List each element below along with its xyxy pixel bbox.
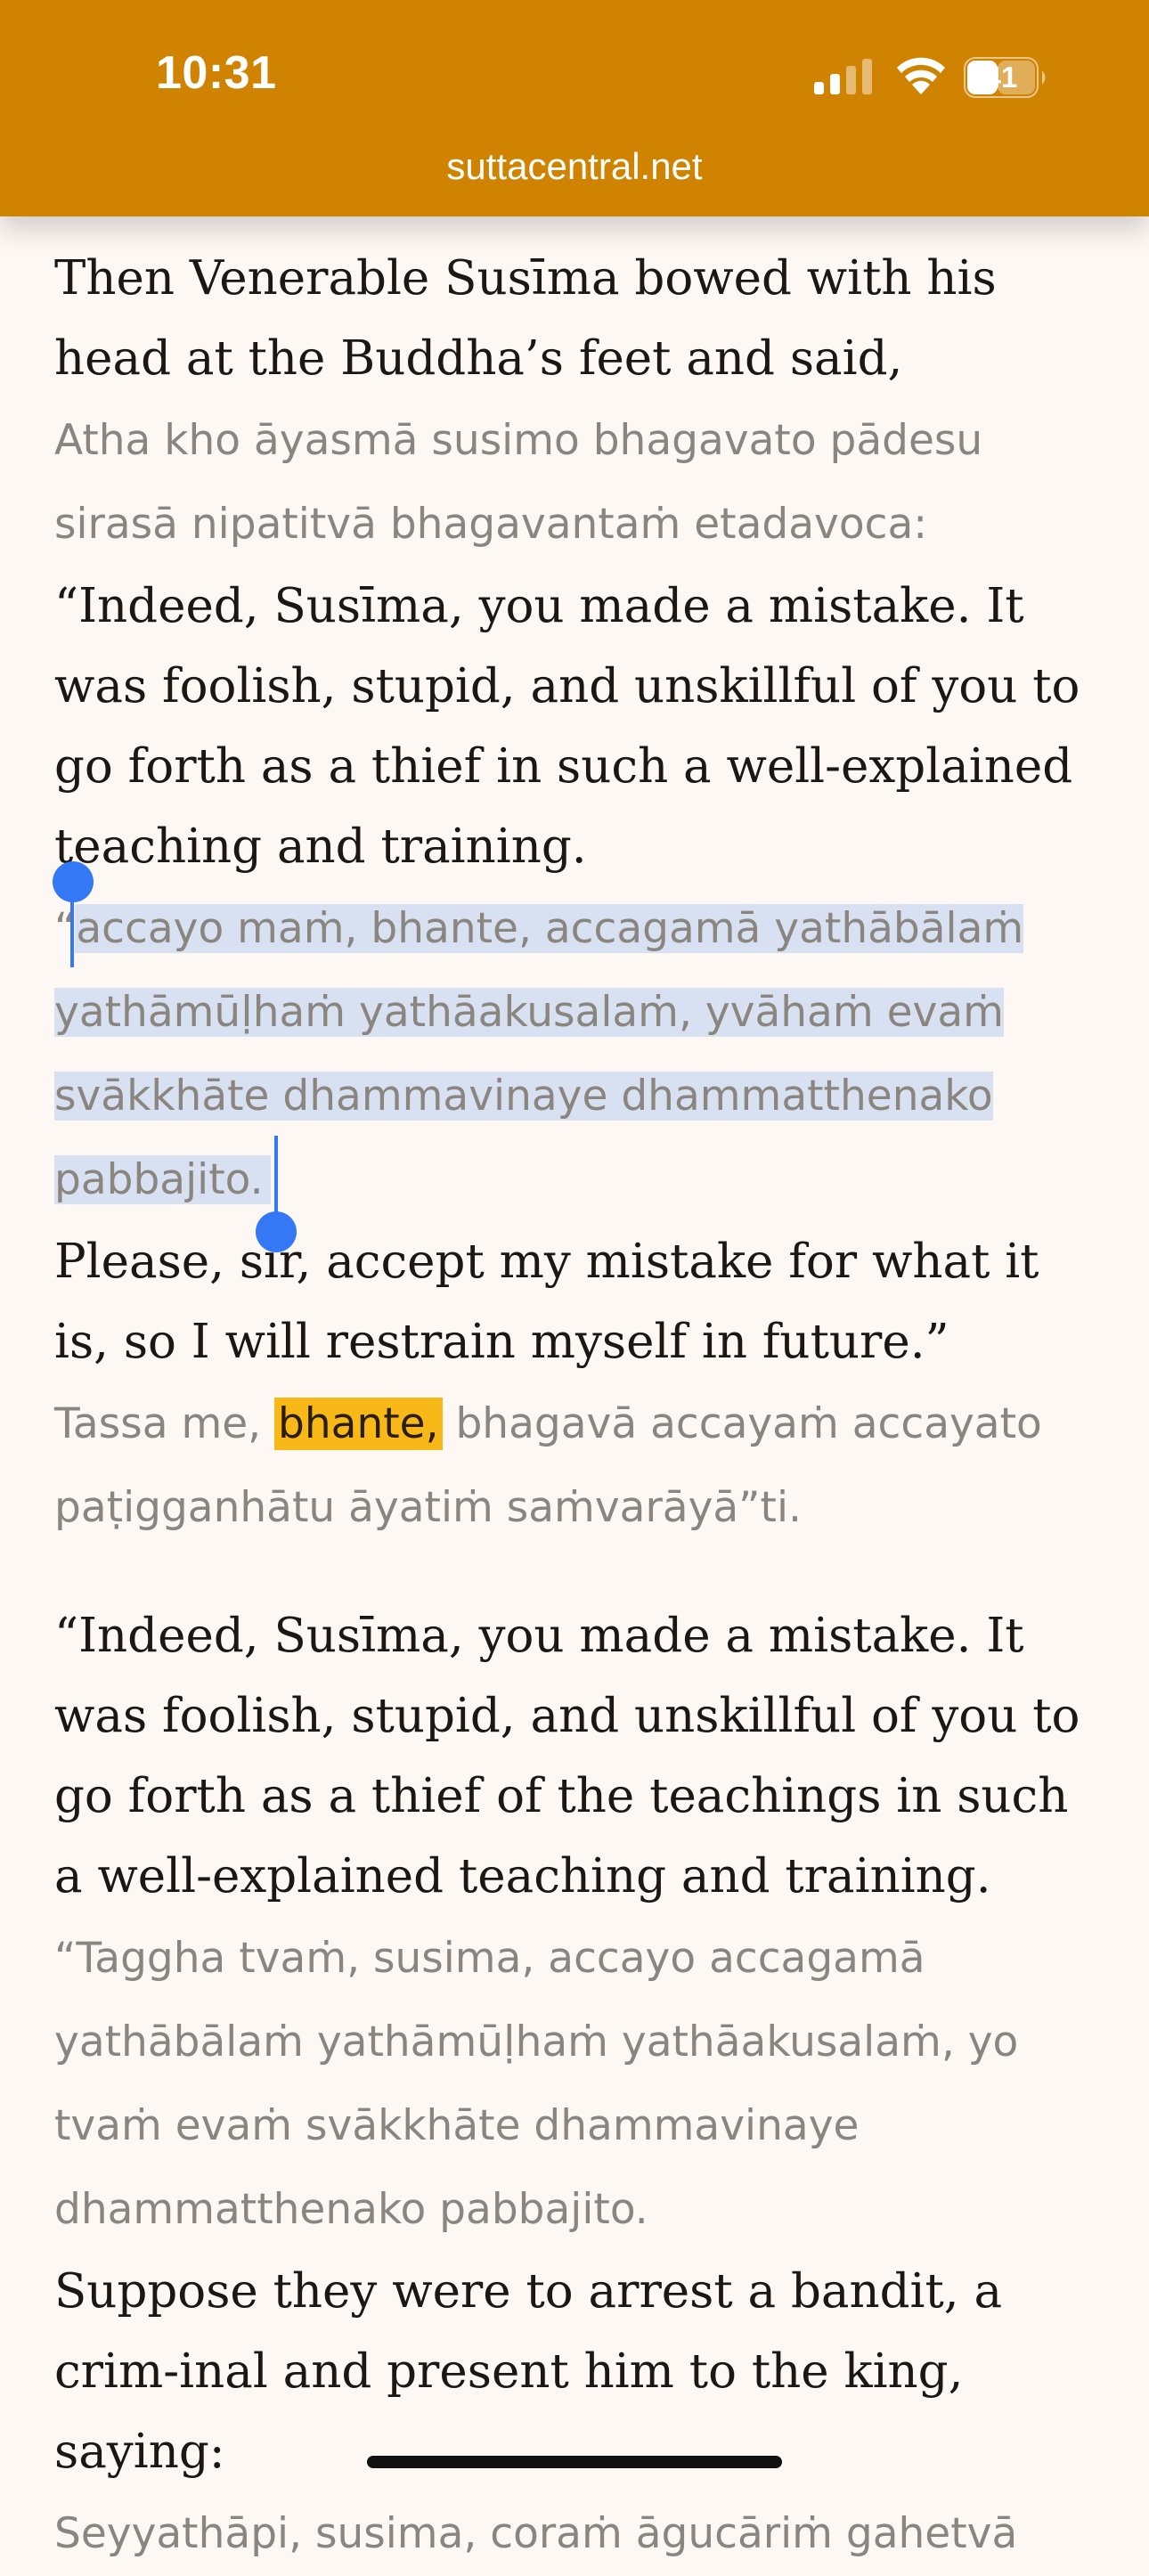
english-segment[interactable]: “Indeed, Susīma, you made a mistake. It … [54,1596,1096,1917]
cellular-signal-icon [814,59,872,94]
battery-level: 41 [984,61,1018,94]
english-segment[interactable]: “Indeed, Susīma, you made a mistake. It … [54,567,1096,887]
pali-segment[interactable]: “Taggha tvaṁ, susima, accayo accagamā ya… [54,1917,1096,2252]
pali-segment[interactable]: Tassa me, bhante, bhagavā accayaṁ accaya… [54,1382,1096,1550]
english-segment[interactable]: Please, sir, accept my mistake for what … [54,1222,1096,1382]
sutta-text: Then Venerable Susīma bowed with his hea… [54,239,1096,2576]
english-segment[interactable]: Then Venerable Susīma bowed with his hea… [54,239,1096,399]
pali-text: Tassa me, [54,1399,275,1448]
address-bar-url[interactable]: suttacentral.net [0,145,1149,188]
selection-end-handle-knob[interactable] [256,1211,297,1252]
status-time: 10:31 [156,47,277,99]
selection-start-handle[interactable] [70,882,74,967]
pali-segment-selected[interactable]: “accayo maṁ, bhante, accagamā yathābālaṁ… [54,887,1096,1222]
wifi-icon [897,57,945,94]
status-bar: 10:31 41 suttacentral.net [0,0,1149,216]
home-indicator[interactable] [367,2456,782,2468]
text-selection[interactable]: accayo maṁ, bhante, accagamā yathābālaṁ … [54,904,1024,1204]
pali-segment[interactable]: Atha kho āyasmā susimo bhagavato pādesu … [54,399,1096,567]
search-highlight[interactable]: bhante, [274,1398,443,1450]
pali-segment[interactable]: Seyyathāpi, susima, coraṁ āgucāriṁ gahet… [54,2492,1096,2576]
